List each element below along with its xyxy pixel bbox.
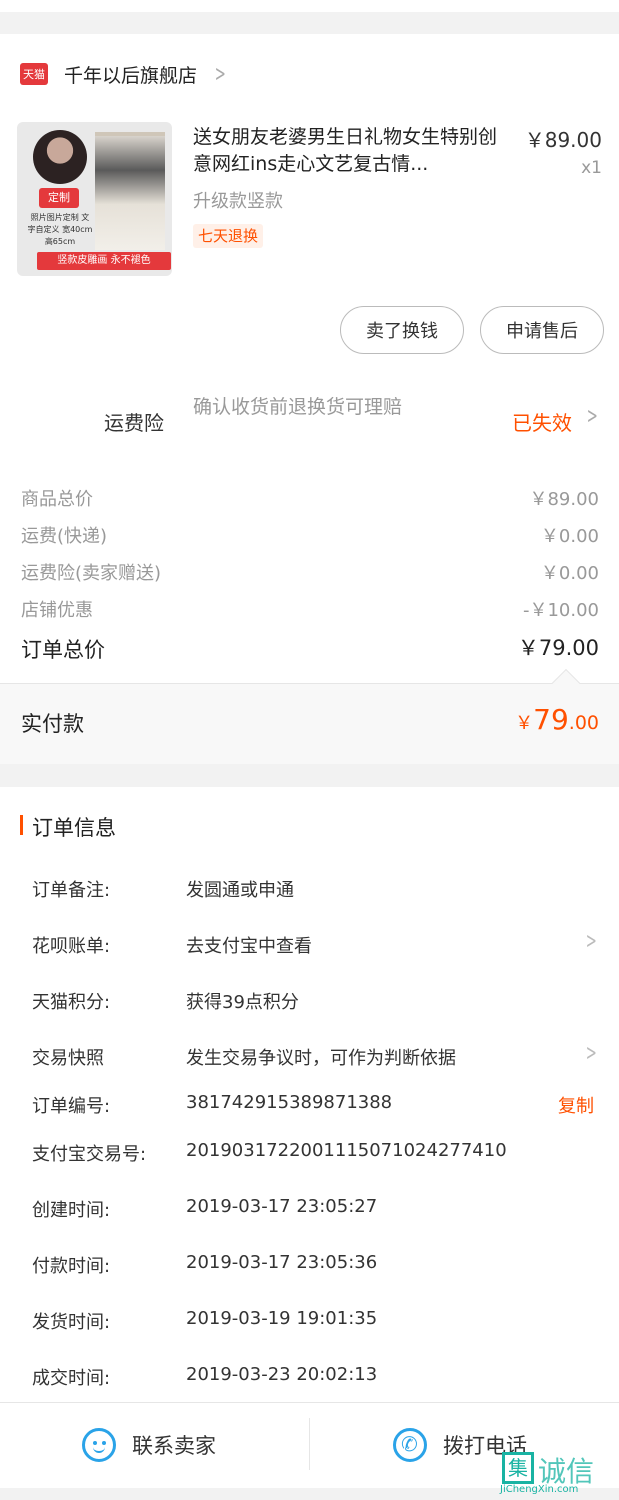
sell-button[interactable]: 卖了换钱 xyxy=(340,306,464,354)
portrait-image xyxy=(33,130,87,184)
contact-seller-button[interactable]: 联系卖家 xyxy=(82,1418,216,1472)
order-note-value: 发圆通或申通 xyxy=(186,880,294,901)
custom-badge: 定制 xyxy=(39,188,79,208)
huabei-bill-value[interactable]: 去支付宝中查看 xyxy=(186,932,312,958)
top-gap xyxy=(0,12,619,34)
completed-time-label: 成交时间: xyxy=(32,1368,111,1389)
after-sale-button[interactable]: 申请售后 xyxy=(480,306,604,354)
created-time-value: 2019-03-17 23:05:27 xyxy=(186,1196,378,1217)
section-accent-bar xyxy=(20,815,23,835)
order-number-value: 381742915389871388 xyxy=(186,1092,393,1113)
shop-row[interactable]: 天猫 千年以后旗舰店 > xyxy=(0,52,619,96)
snapshot-label[interactable]: 交易快照 xyxy=(32,1044,104,1070)
snapshot-value[interactable]: 发生交易争议时，可作为判断依据 xyxy=(186,1044,456,1070)
product-quantity: x1 xyxy=(581,158,602,178)
shipped-time-value: 2019-03-19 19:01:35 xyxy=(186,1308,378,1329)
paid-amount: ￥79.00 xyxy=(515,703,599,736)
top-strip xyxy=(0,0,619,12)
shop-name: 千年以后旗舰店 xyxy=(64,64,198,87)
paid-dec: .00 xyxy=(568,712,599,734)
thumb-caption: 照片图片定制 文字自定义 宽40cm 高65cm xyxy=(27,213,93,246)
price-line-label: 店铺优惠 xyxy=(21,600,93,621)
shipping-insurance-status[interactable]: 已失效 xyxy=(512,407,572,436)
thumb-banner: 竖款皮雕画 永不褪色 xyxy=(37,252,171,270)
product-title[interactable]: 送女朋友老婆男生日礼物女生特别创意网红ins走心文艺复古情... xyxy=(193,124,513,178)
return-policy-tag: 七天退换 xyxy=(193,224,264,248)
tmall-points-label: 天猫积分: xyxy=(32,992,111,1013)
paid-int: 79 xyxy=(533,703,569,736)
chat-face-icon xyxy=(82,1428,116,1462)
order-number-label: 订单编号: xyxy=(32,1096,111,1117)
paid-time-value: 2019-03-17 23:05:36 xyxy=(186,1252,378,1273)
order-total-value: ￥79.00 xyxy=(517,636,599,660)
price-line-value: ￥89.00 xyxy=(529,489,599,510)
divider xyxy=(309,1418,310,1470)
created-time-label: 创建时间: xyxy=(32,1200,111,1221)
huabei-bill-label[interactable]: 花呗账单: xyxy=(32,932,110,958)
paid-time-label: 付款时间: xyxy=(32,1256,111,1277)
alipay-trade-no-value: 2019031722001115071024277410 xyxy=(186,1140,507,1161)
chevron-right-icon: > xyxy=(214,61,226,87)
shipped-time-label: 发货时间: xyxy=(32,1312,111,1333)
price-line-value: -￥10.00 xyxy=(522,600,599,621)
shipping-insurance-desc: 确认收货前退换货可理赔 xyxy=(193,396,403,418)
phone-icon xyxy=(393,1428,427,1462)
price-line-label: 运费(快递) xyxy=(21,526,108,547)
watermark: 集 诚信 JiChengXin.com xyxy=(500,1448,619,1500)
chevron-right-icon[interactable]: > xyxy=(586,1041,597,1066)
order-total-label: 订单总价 xyxy=(21,638,105,662)
tmall-points-value: 获得39点积分 xyxy=(186,992,299,1013)
order-note-label: 订单备注: xyxy=(32,880,111,901)
paid-label: 实付款 xyxy=(21,712,84,736)
copy-button[interactable]: 复制 xyxy=(558,1092,594,1118)
price-line-value: ￥0.00 xyxy=(540,563,599,584)
currency-symbol: ￥ xyxy=(515,713,534,734)
price-line-value: ￥0.00 xyxy=(540,526,599,547)
tmall-logo-icon: 天猫 xyxy=(20,63,48,85)
scroll-painting-image xyxy=(95,132,165,250)
product-spec: 升级款竖款 xyxy=(193,191,283,212)
chevron-right-icon[interactable]: > xyxy=(587,404,598,429)
completed-time-value: 2019-03-23 20:02:13 xyxy=(186,1364,378,1385)
alipay-trade-no-label: 支付宝交易号: xyxy=(32,1144,147,1165)
chevron-right-icon[interactable]: > xyxy=(586,929,597,954)
contact-seller-label: 联系卖家 xyxy=(132,1434,216,1458)
price-line-label: 运费险(卖家赠送) xyxy=(21,563,162,584)
product-thumbnail[interactable]: 定制 照片图片定制 文字自定义 宽40cm 高65cm 竖款皮雕画 永不褪色 xyxy=(17,122,172,276)
product-price: ￥89.00 xyxy=(524,128,602,152)
shipping-insurance-label: 运费险 xyxy=(104,411,164,435)
watermark-url: JiChengXin.com xyxy=(500,1484,579,1495)
price-line-label: 商品总价 xyxy=(21,489,93,510)
watermark-logo-icon: 集 xyxy=(502,1452,534,1484)
order-info-title: 订单信息 xyxy=(32,816,116,840)
